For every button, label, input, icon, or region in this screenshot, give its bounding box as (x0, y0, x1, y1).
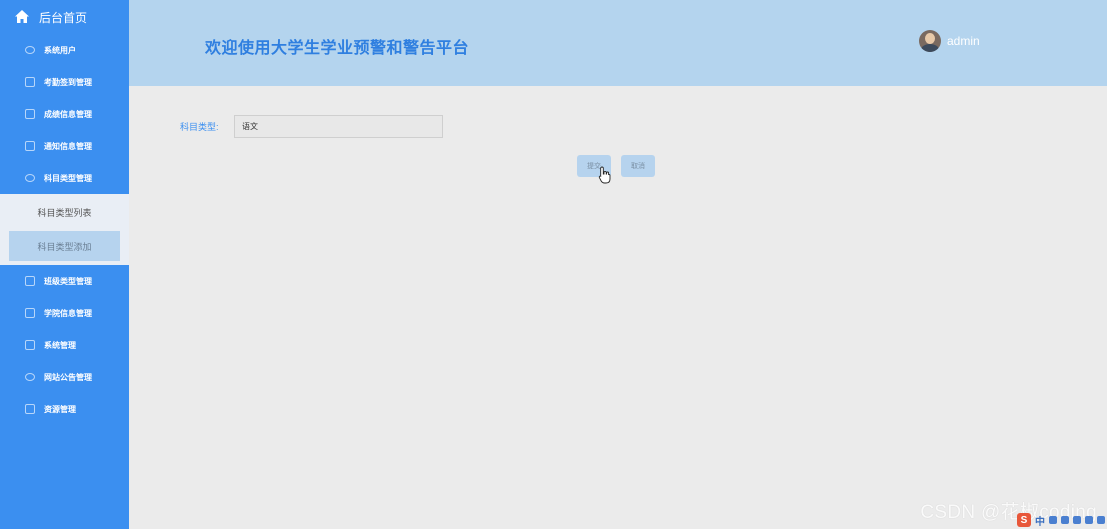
skin-icon (1085, 516, 1093, 524)
chat-icon (25, 46, 35, 54)
submenu: 科目类型列表 科目类型添加 (0, 194, 129, 265)
sidebar-home-link[interactable]: 后台首页 (0, 0, 129, 34)
sidebar-item-label: 通知信息管理 (44, 141, 92, 151)
punctuation-icon (1049, 516, 1057, 524)
sidebar-item-grades[interactable]: 成绩信息管理 (0, 98, 129, 130)
home-label: 后台首页 (39, 10, 88, 25)
user-menu[interactable]: admin (919, 30, 980, 52)
username: admin (947, 34, 980, 48)
edit-icon (25, 340, 35, 350)
sidebar-item-class-types[interactable]: 班级类型管理 (0, 265, 129, 297)
sidebar-item-label: 系统管理 (44, 340, 76, 350)
list-icon (25, 109, 35, 119)
keyboard-icon (1073, 516, 1081, 524)
sidebar-item-attendance[interactable]: 考勤签到管理 (0, 66, 129, 98)
edit-icon (25, 404, 35, 414)
sidebar-item-label: 资源管理 (44, 404, 76, 414)
sidebar-item-resources[interactable]: 资源管理 (0, 393, 129, 425)
cancel-button[interactable]: 取消 (621, 155, 655, 177)
sidebar-item-system[interactable]: 系统管理 (0, 329, 129, 361)
sidebar-item-label: 科目类型管理 (44, 173, 92, 183)
submenu-item-subject-add[interactable]: 科目类型添加 (9, 231, 120, 261)
sidebar-item-label: 班级类型管理 (44, 276, 92, 286)
edit-icon (25, 77, 35, 87)
tools-icon (1097, 516, 1105, 524)
home-icon (15, 10, 29, 23)
sidebar-item-label: 考勤签到管理 (44, 77, 92, 87)
sidebar-item-system-users[interactable]: 系统用户 (0, 34, 129, 66)
subject-type-row: 科目类型: (180, 115, 443, 138)
sogou-ime-icon: S (1017, 513, 1031, 527)
subject-type-label: 科目类型: (180, 122, 219, 132)
sidebar: 后台首页 系统用户 考勤签到管理 成绩信息管理 通知信息管理 科目类型管理 科目… (0, 0, 129, 529)
sidebar-item-notices[interactable]: 通知信息管理 (0, 130, 129, 162)
mic-icon (1061, 516, 1069, 524)
box-icon (25, 308, 35, 318)
ime-mode: 中 (1035, 516, 1045, 528)
page-title: 欢迎使用大学生学业预警和警告平台 (205, 40, 470, 57)
sidebar-item-announcements[interactable]: 网站公告管理 (0, 361, 129, 393)
sidebar-item-label: 成绩信息管理 (44, 109, 92, 119)
submenu-item-subject-list[interactable]: 科目类型列表 (9, 197, 120, 227)
sidebar-item-label: 网站公告管理 (44, 372, 92, 382)
sidebar-item-label: 学院信息管理 (44, 308, 92, 318)
check-icon (25, 276, 35, 286)
chat-icon (25, 373, 35, 381)
hand-cursor-icon (598, 166, 611, 184)
edit-icon (25, 141, 35, 151)
header: 欢迎使用大学生学业预警和警告平台 admin (129, 0, 1107, 86)
chat-icon (25, 174, 35, 182)
avatar (919, 30, 941, 52)
sidebar-item-label: 系统用户 (44, 45, 76, 55)
subject-type-input[interactable] (234, 115, 443, 138)
sidebar-item-subject-types[interactable]: 科目类型管理 (0, 162, 129, 194)
sidebar-item-college[interactable]: 学院信息管理 (0, 297, 129, 329)
ime-toolbar[interactable]: S 中 (985, 513, 1105, 528)
